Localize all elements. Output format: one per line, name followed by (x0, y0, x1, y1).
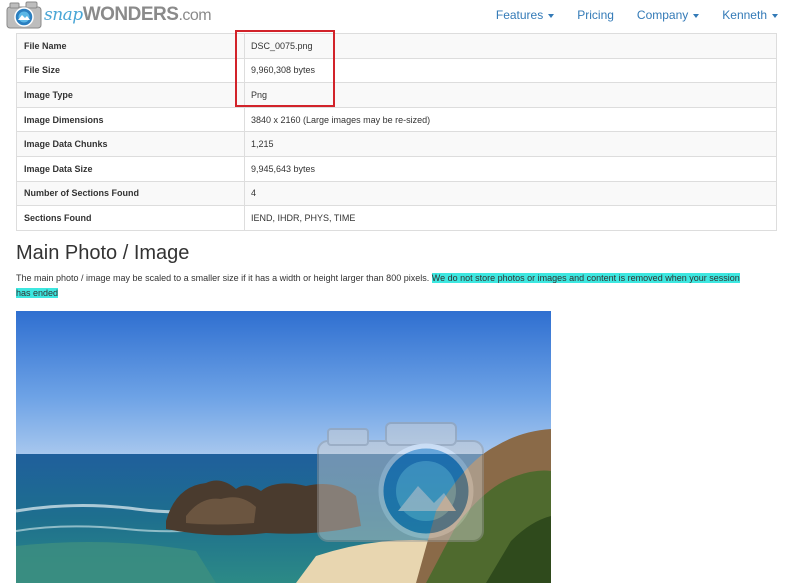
caret-down-icon (772, 13, 778, 18)
row-key: File Size (16, 57, 245, 84)
row-key: Image Data Size (16, 155, 245, 182)
table-row: Number of Sections Found 4 (16, 180, 777, 207)
brand-wonders: WONDERS (82, 3, 179, 25)
row-key: File Name (16, 33, 245, 59)
brand-snap: snap (44, 4, 83, 25)
row-key: Image Data Chunks (16, 131, 245, 157)
table-row: Image Dimensions 3840 x 2160 (Large imag… (16, 106, 777, 133)
coastal-photo (16, 311, 551, 583)
row-value: 4 (244, 180, 777, 207)
row-key: Image Type (16, 82, 245, 108)
nav-pricing-label: Pricing (577, 8, 614, 22)
nav-user-label: Kenneth (722, 8, 767, 22)
nav-features[interactable]: Features (495, 8, 555, 22)
table-row: Image Type Png (16, 82, 777, 108)
main-photo (16, 311, 551, 583)
table-row: Image Data Chunks 1,215 (16, 131, 777, 157)
nav-user-menu[interactable]: Kenneth (722, 8, 778, 22)
main-nav: Features Pricing Company Kenneth (473, 0, 778, 30)
nav-company-label: Company (636, 8, 689, 22)
table-row: Sections Found IEND, IHDR, PHYS, TIME (16, 205, 777, 231)
nav-features-label: Features (495, 8, 544, 22)
table-row: File Name DSC_0075.png (16, 33, 777, 59)
row-value: 9,945,643 bytes (244, 155, 777, 182)
row-key: Number of Sections Found (16, 180, 245, 207)
navbar: snapWONDERS.com Features Pricing Company… (0, 0, 800, 33)
file-info-table: File Name DSC_0075.png File Size 9,960,3… (16, 33, 777, 231)
brand-logo[interactable]: snapWONDERS.com (6, 0, 212, 30)
row-key: Image Dimensions (16, 106, 245, 133)
row-value: 1,215 (244, 131, 777, 157)
row-value: Png (244, 82, 777, 108)
scaling-note: The main photo / image may be scaled to … (16, 273, 430, 283)
row-value: 9,960,308 bytes (244, 57, 777, 84)
row-value: 3840 x 2160 (Large images may be re-size… (244, 106, 777, 133)
photo-description: The main photo / image may be scaled to … (16, 271, 756, 300)
table-row: Image Data Size 9,945,643 bytes (16, 155, 777, 182)
watermark-camera-icon (317, 422, 484, 542)
nav-pricing[interactable]: Pricing (577, 8, 614, 22)
camera-icon (6, 1, 42, 29)
row-key: Sections Found (16, 205, 245, 231)
caret-down-icon (548, 13, 555, 18)
table-row: File Size 9,960,308 bytes (16, 57, 777, 84)
caret-down-icon (693, 13, 700, 18)
row-value: IEND, IHDR, PHYS, TIME (244, 205, 777, 231)
nav-company[interactable]: Company (636, 8, 700, 22)
row-value: DSC_0075.png (244, 33, 777, 59)
section-title: Main Photo / Image (16, 242, 190, 264)
brand-dotcom: .com (178, 6, 212, 24)
